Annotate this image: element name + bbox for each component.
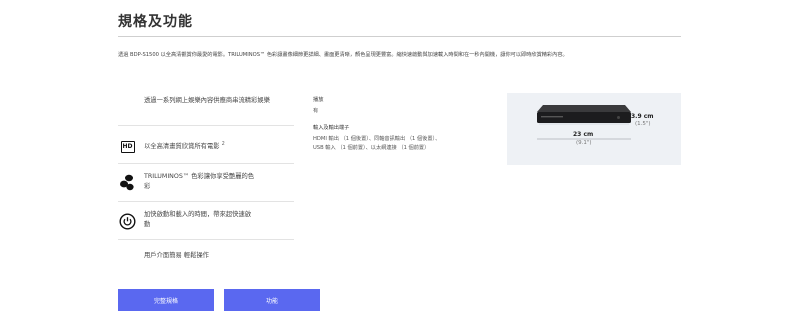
feature-item-streaming: 透過一系列網上娛樂內容供應商串流精彩娛樂	[118, 86, 294, 126]
feature-label: 以全高清畫質欣賞所有電影 2	[144, 139, 284, 152]
feature-label: TRILUMINOS™ 色彩讓你享受艷麗的色彩	[144, 173, 255, 190]
hd-icon: HD	[119, 138, 136, 155]
feature-item-triluminos: TRILUMINOS™ 色彩讓你享受艷麗的色彩	[118, 164, 294, 202]
width-cm: 23 cm	[573, 131, 594, 138]
feature-label: 透過一系列網上娛樂內容供應商串流精彩娛樂	[144, 97, 270, 104]
triluminos-icon	[119, 174, 136, 191]
spec-playback-label: 播放	[313, 97, 324, 103]
spec-io-value-line2: USB 輸入 （1 個前置）、以太網連接 （1 個前置）	[313, 145, 430, 151]
full-specs-button[interactable]: 完整規格	[118, 289, 214, 311]
power-icon	[119, 213, 136, 230]
intro-text: 透過 BDP-S1500 以全高清觀賞你最愛的電影。TRILUMINOS™ 色彩…	[118, 52, 568, 58]
feature-item-quick-start: 加快啟動和載入的時間，帶來超快速啟動	[118, 202, 294, 240]
height-in: (1.5")	[635, 121, 651, 127]
hd-icon-badge: HD	[120, 140, 135, 153]
feature-label: 加快啟動和載入的時間，帶來超快速啟動	[144, 211, 252, 228]
width-in: (9.1")	[576, 140, 592, 146]
feature-label-text: 以全高清畫質欣賞所有電影	[144, 143, 220, 151]
section-title: 規格及功能	[118, 14, 193, 30]
blu-ray-player-image	[537, 105, 631, 140]
spec-io: 輸入及輸出端子 HDMI 輸出 （1 個後置）、同軸音訊輸出 （1 個後置）、 …	[313, 124, 440, 151]
height-cm: 3.9 cm	[631, 113, 654, 120]
feature-list: 透過一系列網上娛樂內容供應商串流精彩娛樂 HD 以全高清畫質欣賞所有電影 2 TR…	[118, 86, 294, 274]
spec-io-label: 輸入及輸出端子	[313, 125, 350, 131]
feature-label: 用戶介面簡易 輕鬆操作	[144, 252, 209, 259]
title-divider	[118, 36, 681, 37]
footnote-marker: 2	[221, 141, 225, 147]
spec-playback: 播放 有	[313, 96, 323, 114]
product-dimensions-panel: 3.9 cm (1.5") 23 cm (9.1")	[507, 93, 681, 165]
spec-io-value-line1: HDMI 輸出 （1 個後置）、同軸音訊輸出 （1 個後置）、	[313, 136, 441, 142]
spec-playback-value: 有	[313, 108, 319, 114]
feature-item-interface: 用戶介面簡易 輕鬆操作	[118, 240, 294, 274]
feature-item-hd: HD 以全高清畫質欣賞所有電影 2	[118, 126, 294, 164]
features-button[interactable]: 功能	[224, 289, 320, 311]
